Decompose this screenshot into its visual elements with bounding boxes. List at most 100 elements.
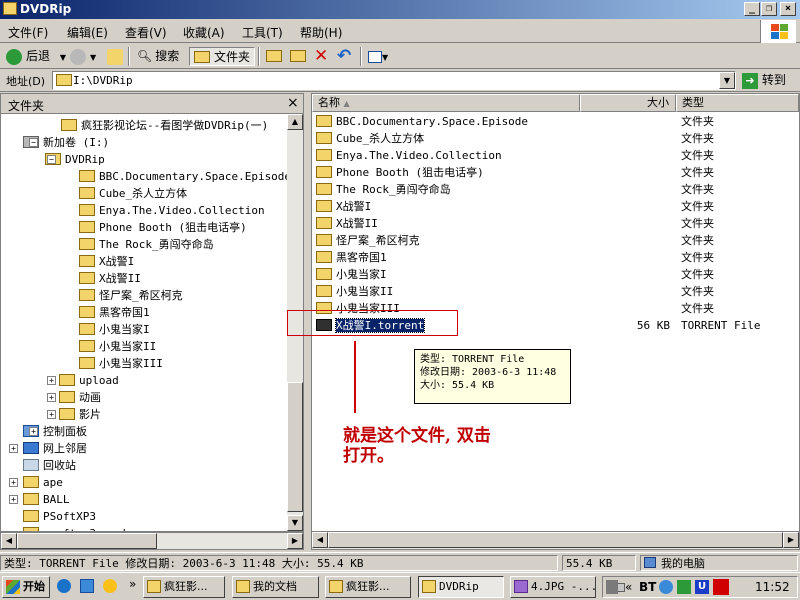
column-size[interactable]: 大小 (580, 94, 676, 112)
menu-tools[interactable]: 工具(T) (242, 24, 283, 41)
collapse-icon[interactable]: − (47, 155, 56, 164)
scroll-thumb[interactable] (17, 533, 157, 549)
expand-icon[interactable]: + (9, 444, 18, 453)
task-button-4[interactable]: DVDRip (418, 576, 504, 598)
tree-item[interactable]: 小鬼当家III (79, 355, 163, 372)
tree-item[interactable]: ape (23, 474, 63, 491)
tree-item[interactable]: 怪尸案_希区柯克 (79, 287, 183, 304)
column-name[interactable]: 名称 ▲ (312, 94, 580, 112)
address-input[interactable]: I:\DVDRip ▼ (52, 71, 736, 90)
tree-item[interactable]: psoftxp3crack (23, 525, 129, 531)
copy-to-button[interactable] (290, 47, 310, 66)
file-row[interactable]: The Rock_勇闯夺命岛 文件夹 (312, 181, 792, 198)
tree-item[interactable]: Cube_杀人立方体 (79, 185, 187, 202)
tree-item[interactable]: BBC.Documentary.Space.Episode (79, 168, 287, 185)
app-quicklaunch-icon[interactable] (103, 579, 117, 593)
go-button[interactable]: ➜ 转到 (742, 71, 786, 90)
tree-item[interactable]: Phone Booth (狙击电话亭) (79, 219, 247, 236)
tree-item[interactable]: upload (59, 372, 119, 389)
file-row[interactable]: Enya.The.Video.Collection 文件夹 (312, 147, 792, 164)
expand-icon[interactable]: + (9, 495, 18, 504)
views-button[interactable]: ▼ (368, 47, 388, 66)
scroll-thumb[interactable] (287, 382, 303, 512)
file-row[interactable]: Phone Booth (狙击电话亭) 文件夹 (312, 164, 792, 181)
file-row[interactable]: Cube_杀人立方体 文件夹 (312, 130, 792, 147)
tree-item[interactable]: X战警II (79, 270, 141, 287)
menu-file[interactable]: 文件(F) (8, 24, 48, 41)
tree-item[interactable]: X战警I (79, 253, 134, 270)
tree-item[interactable]: The Rock_勇闯夺命岛 (79, 236, 214, 253)
task-button-3[interactable]: 疯狂影... (325, 576, 411, 598)
start-button[interactable]: 开始 (2, 576, 50, 598)
u-tray-icon[interactable]: U (695, 580, 709, 594)
tree-item[interactable]: 网上邻居 (23, 440, 87, 457)
menu-favorites[interactable]: 收藏(A) (183, 24, 225, 41)
tree-item[interactable]: 影片 (59, 406, 101, 423)
folders-button[interactable]: 文件夹 (189, 47, 256, 66)
ie-quicklaunch-icon[interactable] (57, 579, 71, 593)
menu-view[interactable]: 查看(V) (125, 24, 167, 41)
up-folder-button[interactable] (107, 47, 127, 66)
tree-item[interactable]: 黑客帝国1 (79, 304, 150, 321)
red-tray-icon[interactable] (713, 579, 729, 595)
forward-button[interactable]: ▼ (70, 47, 96, 66)
network-icon[interactable] (659, 580, 673, 594)
expand-icon[interactable]: + (47, 393, 56, 402)
delete-icon[interactable]: ✕ (314, 47, 328, 66)
desktop-quicklaunch-icon[interactable] (80, 579, 94, 593)
tree-item[interactable]: 小鬼当家II (79, 338, 156, 355)
task-button-1[interactable]: 疯狂影... (143, 576, 225, 598)
expand-icon[interactable]: + (47, 410, 56, 419)
file-row[interactable]: X战警I 文件夹 (312, 198, 792, 215)
tree-item[interactable]: 疯狂影视论坛--看图学做DVDRip(一) (61, 117, 268, 134)
scroll-left-icon[interactable]: ◀ (1, 533, 17, 549)
scroll-right-icon[interactable]: ▶ (287, 533, 303, 549)
scroll-up-icon[interactable]: ▲ (287, 114, 303, 130)
back-button[interactable]: 后退 ▼ (6, 47, 66, 66)
search-button[interactable]: 🔍︎ 搜索 (137, 47, 179, 66)
menu-edit[interactable]: 编辑(E) (67, 24, 108, 41)
expand-icon[interactable]: + (9, 478, 18, 487)
expand-icon[interactable]: + (29, 427, 38, 436)
file-row[interactable]: BBC.Documentary.Space.Episode 文件夹 (312, 113, 792, 130)
speaker-icon[interactable] (606, 580, 618, 594)
chevron-down-icon[interactable]: ▼ (90, 53, 96, 62)
bt-tray-icon[interactable]: BT (639, 577, 656, 597)
file-row[interactable]: 黑客帝国1 文件夹 (312, 249, 792, 266)
tree-item[interactable]: 回收站 (23, 457, 76, 474)
chevron-more-icon[interactable]: » (129, 577, 136, 591)
restore-button[interactable]: ❐ (761, 2, 777, 16)
chevron-down-icon[interactable]: ▼ (60, 53, 66, 62)
tree-horizontal-scrollbar[interactable]: ◀ ▶ (0, 532, 304, 550)
move-to-button[interactable] (266, 47, 286, 66)
close-button[interactable]: × (780, 2, 796, 16)
file-row[interactable]: X战警II 文件夹 (312, 215, 792, 232)
app-tray-icon[interactable] (677, 580, 691, 594)
tree-item[interactable]: BALL (23, 491, 70, 508)
file-row[interactable]: 小鬼当家I 文件夹 (312, 266, 792, 283)
scroll-down-icon[interactable]: ▼ (287, 515, 303, 531)
scroll-thumb[interactable] (328, 532, 783, 548)
tree-item[interactable]: Enya.The.Video.Collection (79, 202, 265, 219)
file-row[interactable]: 怪尸案_希区柯克 文件夹 (312, 232, 792, 249)
minimize-button[interactable]: _ (744, 2, 760, 16)
scroll-left-icon[interactable]: ◀ (312, 532, 328, 548)
title-bar[interactable]: DVDRip _ ❐ × (0, 0, 800, 19)
tree-item[interactable]: 动画 (59, 389, 101, 406)
scroll-right-icon[interactable]: ▶ (783, 532, 799, 548)
close-pane-icon[interactable]: × (287, 95, 299, 111)
menu-help[interactable]: 帮助(H) (300, 24, 342, 41)
file-row[interactable]: 小鬼当家II 文件夹 (312, 283, 792, 300)
task-button-2[interactable]: 我的文档 (232, 576, 319, 598)
chevron-down-icon[interactable]: ▼ (382, 53, 388, 62)
chevron-expand-icon[interactable]: « (625, 577, 632, 597)
list-horizontal-scrollbar[interactable]: ◀ ▶ (312, 531, 799, 549)
undo-icon[interactable]: ↶ (337, 47, 351, 66)
collapse-icon[interactable]: − (29, 138, 38, 147)
expand-icon[interactable]: + (47, 376, 56, 385)
tree-item[interactable]: PSoftXP3 (23, 508, 96, 525)
chevron-down-icon[interactable]: ▼ (719, 72, 735, 89)
column-type[interactable]: 类型 (676, 94, 799, 112)
task-button-5[interactable]: 4.JPG -... (510, 576, 596, 598)
tree-item[interactable]: 小鬼当家I (79, 321, 150, 338)
